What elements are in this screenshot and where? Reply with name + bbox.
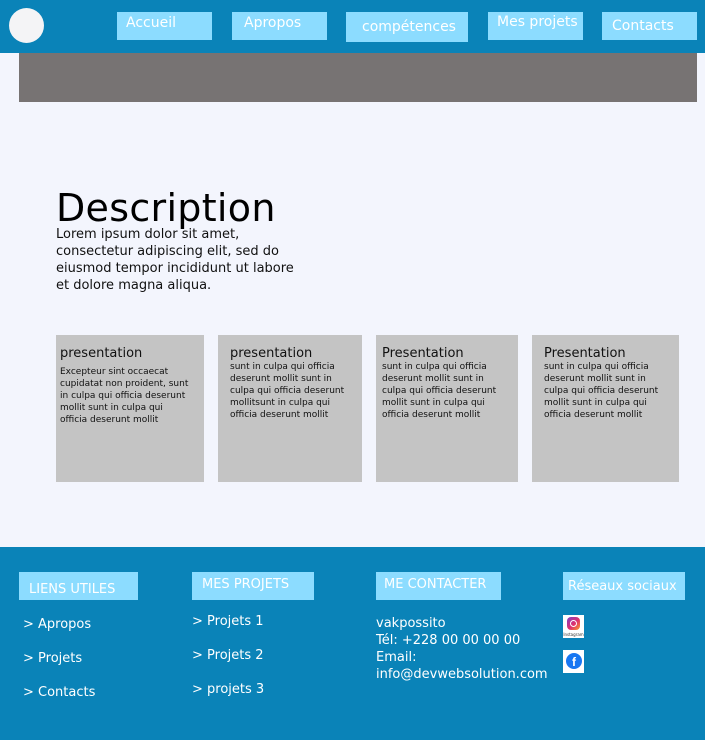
presentation-card: presentation sunt in culpa qui officia d… — [218, 335, 362, 482]
useful-links-heading: LIENS UTILES — [19, 572, 138, 600]
contact-name: vakpossito — [376, 616, 446, 631]
card-text: sunt in culpa qui officia deserunt molli… — [382, 362, 497, 420]
card-title: presentation — [230, 346, 313, 361]
nav-competences-button[interactable]: compétences — [346, 12, 468, 42]
description-title: Description — [56, 186, 276, 230]
card-text: sunt in culpa qui officia deserunt molli… — [230, 362, 345, 420]
instagram-icon[interactable]: Instagram — [563, 615, 584, 638]
card-title: presentation — [60, 346, 143, 361]
projects-heading: MES PROJETS — [192, 572, 314, 600]
footer-link-projet-1[interactable]: > Projets 1 — [192, 614, 264, 629]
footer-link-projet-3[interactable]: > projets 3 — [192, 682, 264, 697]
nav-accueil-button[interactable]: Accueil — [117, 12, 212, 40]
card-text: sunt in culpa qui officia deserunt molli… — [544, 362, 659, 420]
card-text: Excepteur sint occaecat cupidatat non pr… — [60, 367, 189, 425]
nav-apropos-button[interactable]: Apropos — [232, 12, 327, 40]
site-header: Accueil Apropos compétences Mes projets … — [0, 0, 705, 53]
contact-heading: ME CONTACTER — [376, 572, 501, 600]
footer-link-projet-2[interactable]: > Projets 2 — [192, 648, 264, 663]
card-title: Presentation — [544, 346, 626, 361]
footer-link-apropos[interactable]: > Apropos — [23, 617, 91, 632]
hero-banner — [19, 53, 697, 102]
facebook-icon[interactable]: f — [563, 650, 584, 673]
contact-email[interactable]: info@devwebsolution.com — [376, 666, 548, 683]
presentation-card: Presentation sunt in culpa qui officia d… — [532, 335, 679, 482]
social-heading: Réseaux sociaux — [563, 572, 685, 600]
logo[interactable] — [9, 8, 44, 43]
site-footer: LIENS UTILES > Apropos > Projets > Conta… — [0, 547, 705, 740]
contact-details: vakpossito Tél: +228 00 00 00 00 Email: … — [376, 615, 548, 683]
instagram-glyph — [567, 617, 580, 630]
card-title: Presentation — [382, 346, 464, 361]
presentation-card: presentation Excepteur sint occaecat cup… — [56, 335, 204, 482]
presentation-card: Presentation sunt in culpa qui officia d… — [376, 335, 518, 482]
contact-phone[interactable]: Tél: +228 00 00 00 00 — [376, 632, 548, 649]
contact-email-label: Email: — [376, 650, 417, 665]
description-text: Lorem ipsum dolor sit amet, consectetur … — [56, 227, 294, 293]
instagram-caption: Instagram — [563, 632, 584, 637]
footer-link-contacts[interactable]: > Contacts — [23, 685, 95, 700]
nav-contacts-button[interactable]: Contacts — [602, 12, 697, 40]
facebook-glyph: f — [566, 653, 582, 669]
footer-link-projets[interactable]: > Projets — [23, 651, 82, 666]
nav-mes-projets-button[interactable]: Mes projets — [488, 12, 583, 40]
